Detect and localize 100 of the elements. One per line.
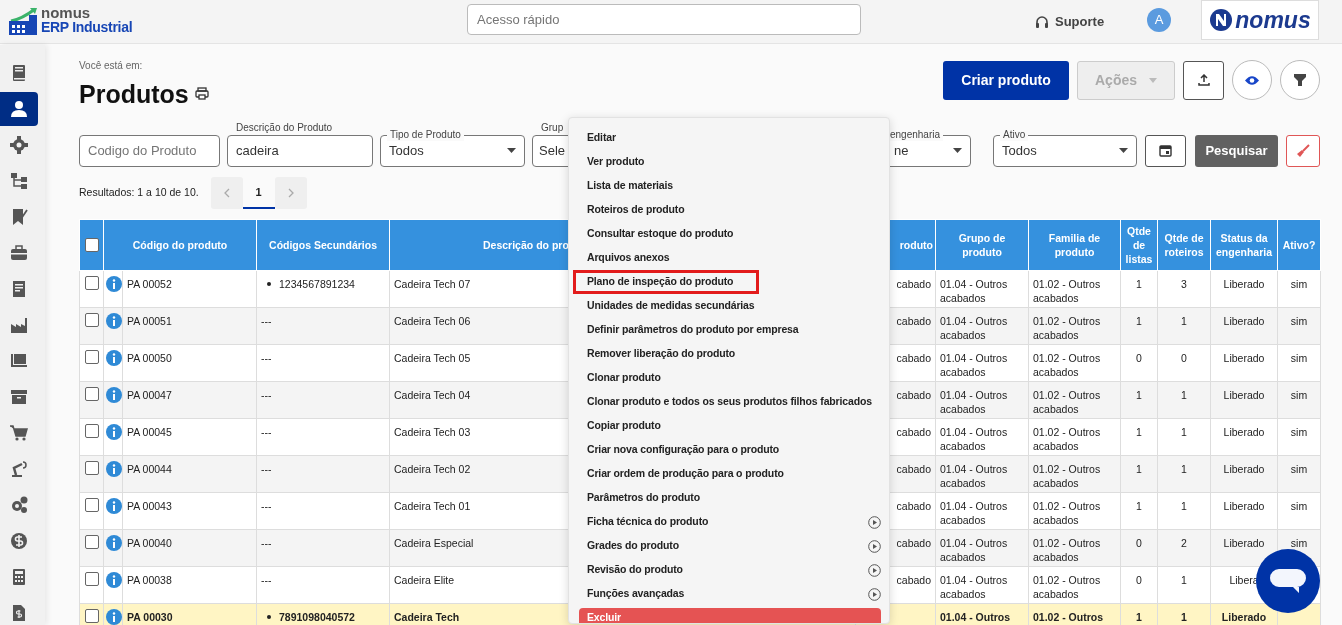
headset-icon <box>1035 14 1049 29</box>
menu-item[interactable]: Remover liberação do produto <box>569 342 889 366</box>
menu-item[interactable]: Roteiros de produto <box>569 198 889 222</box>
row-checkbox[interactable] <box>84 312 99 327</box>
table-cell: 1 <box>1181 314 1187 327</box>
table-cell: sim <box>1290 388 1308 401</box>
menu-item[interactable]: Clonar produto <box>569 366 889 390</box>
table-cell: 01.02 - Outros acabados <box>1033 499 1101 526</box>
table-cell: --- <box>261 573 272 586</box>
table-cell: 01.02 - Outros acabados <box>1033 388 1101 415</box>
company-logo: nomus <box>1201 0 1319 40</box>
table-cell: cabado <box>896 388 931 401</box>
results-count: Resultados: 1 a 10 de 10. <box>79 184 199 200</box>
breadcrumb-label: Você está em: <box>79 59 144 73</box>
table-cell: Liberado <box>1221 610 1267 623</box>
table-cell: Cadeira Tech 05 <box>394 351 471 364</box>
gears-icon <box>9 495 29 515</box>
table-cell: 1 <box>1136 425 1142 438</box>
menu-item[interactable]: Definir parâmetros do produto por empresa <box>569 318 889 342</box>
row-checkbox[interactable] <box>84 423 99 438</box>
row-checkbox[interactable] <box>84 460 99 475</box>
table-cell: sim <box>1290 351 1308 364</box>
view-button[interactable] <box>1232 60 1272 100</box>
hierarchy-icon <box>9 171 29 191</box>
menu-item[interactable]: Grades do produto <box>569 534 889 558</box>
menu-item[interactable]: Clonar produto e todos os seus produtos filhos fabricados <box>569 390 889 414</box>
table-cell: PA 00047 <box>127 388 172 401</box>
table-cell: Liberado <box>1223 314 1265 327</box>
select-all-checkbox[interactable] <box>84 237 99 252</box>
input-field[interactable]: cadeira <box>227 134 373 167</box>
row-checkbox[interactable] <box>84 497 99 512</box>
table-cell: PA 00050 <box>127 351 172 364</box>
table-cell: --- <box>261 499 272 512</box>
upload-button[interactable] <box>1183 60 1224 100</box>
table-cell: sim <box>1290 425 1308 438</box>
play-circle-icon <box>868 563 881 577</box>
menu-item[interactable]: Funções avançadas <box>569 582 889 606</box>
menu-item[interactable]: Lista de materiais <box>569 174 889 198</box>
table-cell: sim <box>1290 499 1308 512</box>
table-cell: Cadeira Tech 03 <box>394 425 471 438</box>
menu-item[interactable]: Copiar produto <box>569 414 889 438</box>
field-label: Descrição do Produto <box>235 122 334 133</box>
column-header: Grupo de produto <box>935 219 1029 270</box>
menu-item[interactable]: Revisão do produto <box>569 558 889 582</box>
play-circle-icon <box>868 539 881 553</box>
menu-item[interactable]: Plano de inspeção do produto <box>573 270 759 294</box>
row-checkbox[interactable] <box>84 534 99 549</box>
calendar-button[interactable] <box>1145 134 1186 167</box>
table-cell: --- <box>261 351 272 364</box>
table-cell: 1 <box>1136 610 1142 623</box>
table-cell: 0 <box>1136 573 1142 586</box>
column-header: Código do produto <box>103 219 257 270</box>
menu-item[interactable]: Ficha técnica do produto <box>569 510 889 534</box>
table-cell: cabado <box>896 425 931 438</box>
table-cell: 01.02 - Outros acabados <box>1033 536 1101 563</box>
filter-button[interactable] <box>1280 60 1320 100</box>
table-cell: 01.02 - Outros acabados <box>1033 462 1101 489</box>
info-icon <box>106 608 122 625</box>
table-cell: 1 <box>1181 499 1187 512</box>
table-cell: 01.04 - Outros acabados <box>940 536 1008 563</box>
row-checkbox[interactable] <box>84 275 99 290</box>
input-field[interactable]: Codigo do Produto <box>79 134 220 167</box>
row-checkbox[interactable] <box>84 608 99 623</box>
calendar-icon <box>1158 144 1172 157</box>
table-cell: 01.02 - Outros <box>1033 610 1104 623</box>
page-button[interactable]: 1 <box>242 176 275 209</box>
gear-icon <box>9 135 29 155</box>
table-cell: 1 <box>1136 462 1142 475</box>
table-cell: 01.04 - Outros acabados <box>940 388 1008 415</box>
menu-item[interactable]: Criar ordem de produção para o produto <box>569 462 889 486</box>
page-title: Produtos <box>79 79 189 110</box>
quick-access-field[interactable]: Acesso rápido <box>467 4 861 35</box>
table-cell: 1 <box>1136 314 1142 327</box>
search-button[interactable]: Pesquisar <box>1194 134 1279 167</box>
row-checkbox[interactable] <box>84 386 99 401</box>
column-header: Status da engenharia <box>1210 219 1278 270</box>
table-cell: --- <box>261 536 272 549</box>
play-circle-icon <box>868 515 881 529</box>
table-cell: cabado <box>896 351 931 364</box>
user-icon <box>9 99 29 119</box>
printer-icon <box>194 87 209 101</box>
caret-icon <box>1119 148 1128 153</box>
table-cell: Cadeira Especial <box>394 536 474 549</box>
table-cell: Cadeira Tech 01 <box>394 499 471 512</box>
table-cell: PA 00040 <box>127 536 172 549</box>
menu-item[interactable]: Criar nova configuração para o produto <box>569 438 889 462</box>
brush-icon <box>1296 143 1311 158</box>
sidebar-item[interactable] <box>0 92 38 126</box>
table-cell: --- <box>261 388 272 401</box>
create-product-button[interactable]: Criar produto <box>943 60 1069 100</box>
row-checkbox[interactable] <box>84 571 99 586</box>
support-link[interactable]: Suporte <box>1035 12 1105 32</box>
table-cell: 01.02 - Outros acabados <box>1033 573 1101 600</box>
clear-filters-button[interactable] <box>1286 134 1320 167</box>
menu-item[interactable]: Unidades de medidas secundárias <box>569 294 889 318</box>
table-cell: 01.04 - Outros acabados <box>940 499 1008 526</box>
row-checkbox[interactable] <box>84 349 99 364</box>
menu-item[interactable]: Parâmetros do produto <box>569 486 889 510</box>
menu-item[interactable]: Excluir <box>579 608 881 623</box>
table-cell: 01.04 - Outros acabados <box>940 573 1008 600</box>
